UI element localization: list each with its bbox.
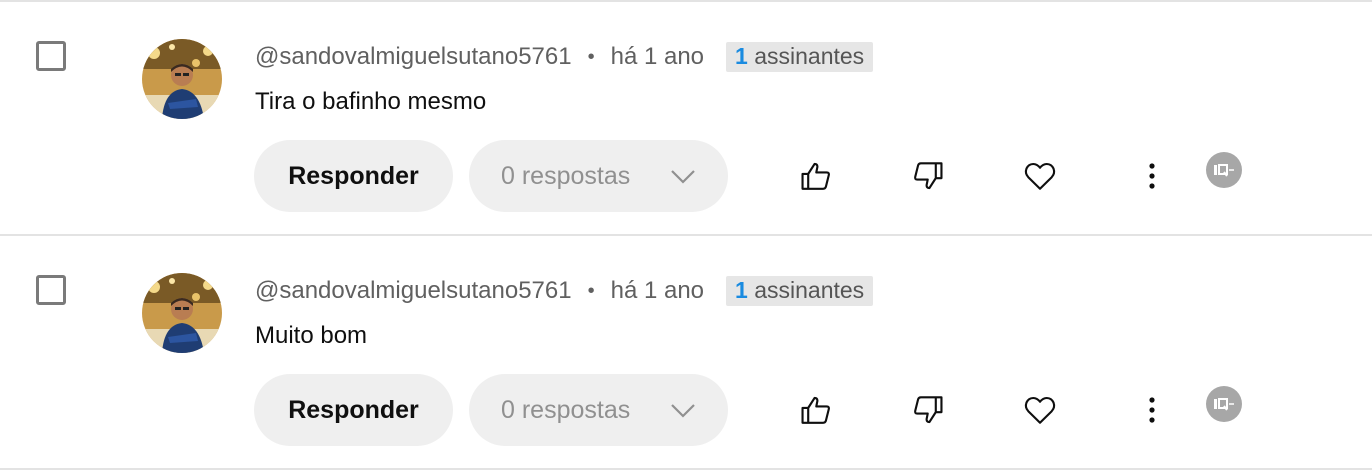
- reply-button[interactable]: Responder: [254, 374, 453, 446]
- select-checkbox[interactable]: [36, 275, 66, 305]
- subscriber-count: 1: [735, 43, 748, 69]
- meta-separator: •: [587, 279, 595, 302]
- avatar[interactable]: [142, 39, 222, 119]
- meta-separator: •: [587, 45, 595, 68]
- replies-dropdown[interactable]: 0 respostas: [469, 374, 728, 446]
- avatar-image: [142, 39, 222, 119]
- heart-button[interactable]: [1016, 152, 1064, 200]
- heart-icon: [1024, 396, 1056, 424]
- extension-badge[interactable]: [1206, 386, 1242, 422]
- chevron-down-icon: [671, 404, 695, 418]
- comment-list: @sandovalmiguelsutano5761 • há 1 ano 1 a…: [0, 0, 1372, 470]
- like-button[interactable]: [792, 386, 840, 434]
- thumbs-down-icon: [914, 162, 943, 190]
- extension-badge-icon: [1214, 164, 1234, 177]
- thumbs-up-icon: [801, 396, 830, 424]
- subscriber-count: 1: [735, 277, 748, 303]
- comment-item: @sandovalmiguelsutano5761 • há 1 ano 1 a…: [0, 236, 1372, 468]
- replies-dropdown[interactable]: 0 respostas: [469, 140, 728, 212]
- subscriber-badge: 1 assinantes: [726, 42, 874, 72]
- thumbs-up-icon: [801, 162, 830, 190]
- more-options-button[interactable]: [1128, 386, 1176, 434]
- more-vert-icon: [1149, 163, 1155, 189]
- select-checkbox[interactable]: [36, 41, 66, 71]
- avatar-image: [142, 273, 222, 353]
- comment-time: há 1 ano: [610, 43, 705, 70]
- dislike-button[interactable]: [904, 386, 952, 434]
- comment-meta: @sandovalmiguelsutano5761 • há 1 ano 1 a…: [255, 42, 874, 72]
- comment-text: Tira o bafinho mesmo: [255, 88, 487, 115]
- author-handle[interactable]: @sandovalmiguelsutano5761: [255, 277, 572, 305]
- comment-item: @sandovalmiguelsutano5761 • há 1 ano 1 a…: [0, 2, 1372, 234]
- heart-button[interactable]: [1016, 386, 1064, 434]
- heart-icon: [1024, 162, 1056, 190]
- replies-label: 0 respostas: [501, 161, 631, 190]
- comment-meta: @sandovalmiguelsutano5761 • há 1 ano 1 a…: [255, 276, 874, 306]
- chevron-down-icon: [671, 170, 695, 184]
- comment-text: Muito bom: [255, 322, 368, 349]
- more-vert-icon: [1149, 397, 1155, 423]
- author-handle[interactable]: @sandovalmiguelsutano5761: [255, 43, 572, 71]
- extension-badge-icon: [1214, 398, 1234, 411]
- dislike-button[interactable]: [904, 152, 952, 200]
- like-button[interactable]: [792, 152, 840, 200]
- more-options-button[interactable]: [1128, 152, 1176, 200]
- avatar[interactable]: [142, 273, 222, 353]
- subscriber-label: assinantes: [754, 43, 865, 69]
- subscriber-badge: 1 assinantes: [726, 276, 874, 306]
- comment-time: há 1 ano: [610, 277, 705, 304]
- thumbs-down-icon: [914, 396, 943, 424]
- subscriber-label: assinantes: [754, 277, 865, 303]
- replies-label: 0 respostas: [501, 395, 631, 424]
- extension-badge[interactable]: [1206, 152, 1242, 188]
- reply-button[interactable]: Responder: [254, 140, 453, 212]
